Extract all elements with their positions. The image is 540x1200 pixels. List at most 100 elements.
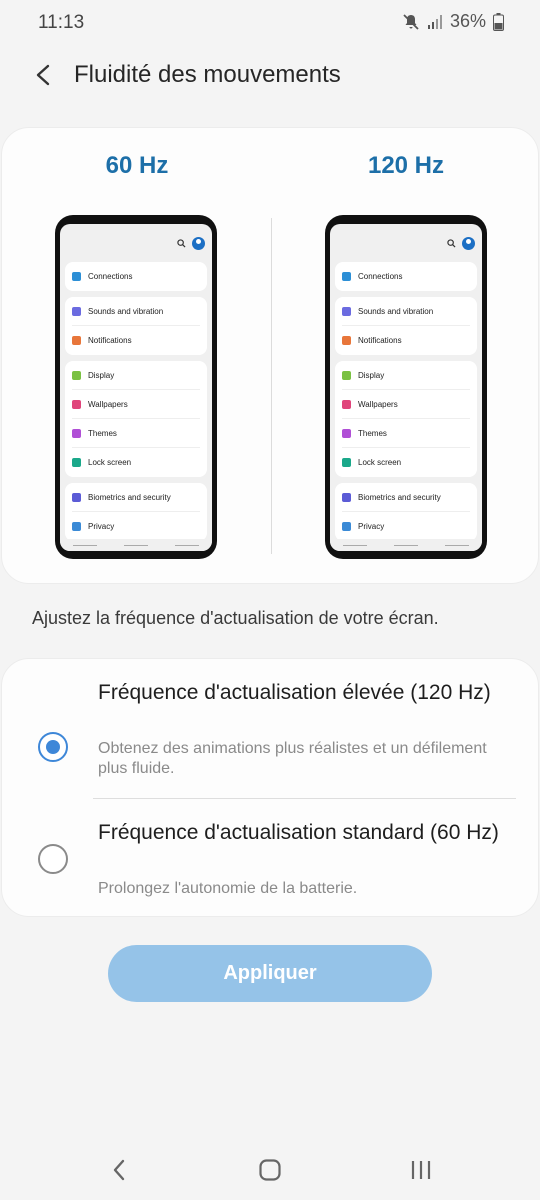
mute-icon [402,13,420,31]
settings-category-icon [342,272,351,281]
apply-button[interactable]: Appliquer [108,945,432,1002]
radio-button[interactable] [38,844,68,874]
settings-category-icon [72,336,81,345]
avatar-icon [192,237,205,250]
mini-settings-group: Biometrics and security Privacy [335,483,477,541]
page-title: Fluidité des mouvements [74,61,341,88]
nav-home-button[interactable] [250,1154,290,1186]
settings-category-icon [342,370,351,380]
mini-settings-label: Wallpapers [358,399,398,409]
mini-settings-label: Display [358,370,385,380]
mini-settings-group: Sounds and vibration Notifications [65,297,207,355]
refresh-rate-options: Fréquence d'actualisation élevée (120 Hz… [1,658,539,917]
settings-category-icon [342,336,351,345]
search-icon [447,239,456,248]
mini-settings-group: Connections [65,262,207,291]
description-text: Ajustez la fréquence d'actualisation de … [32,608,439,628]
refresh-rate-preview: 60 Hz 120 Hz Connections Sounds and vibra… [1,127,539,584]
mini-settings-item: Connections [72,262,200,291]
mini-toolbar [60,224,212,262]
back-button[interactable] [26,58,60,92]
mini-settings-group: Biometrics and security Privacy [65,483,207,541]
mini-settings-label: Lock screen [358,458,402,467]
mini-settings-label: Sounds and vibration [358,306,434,316]
mini-settings-item: Biometrics and security [342,483,470,512]
mini-settings-list: Connections Sounds and vibration Notificat… [60,262,212,541]
option-divider [93,798,516,799]
mini-settings-label: Sounds and vibration [88,306,164,316]
status-bar: 11:13 36% [0,0,540,46]
mini-settings-item: Notifications [342,326,470,355]
mini-navbar [330,539,482,551]
preview-label-120hz: 120 Hz [367,152,445,179]
settings-category-icon [342,458,351,467]
mini-settings-item: Themes [72,419,200,448]
mini-settings-list: Connections Sounds and vibration Notificat… [330,262,482,541]
option-title: Fréquence d'actualisation élevée (120 Hz… [98,681,491,704]
mini-settings-item: Connections [342,262,470,291]
mini-settings-item: Display [342,361,470,390]
settings-category-icon [342,522,351,531]
phone-preview-60hz: Connections Sounds and vibration Notificat… [55,215,217,559]
mini-settings-item: Biometrics and security [72,483,200,512]
phone-preview-120hz: Connections Sounds and vibration Notificat… [325,215,487,559]
settings-category-icon [342,306,351,316]
mini-settings-label: Lock screen [88,458,132,467]
option-subtitle: Prolongez l'autonomie de la batterie. [98,880,358,897]
mini-settings-item: Sounds and vibration [342,297,470,326]
mini-settings-label: Themes [358,428,387,438]
option-subtitle: Obtenez des animations plus réalistes et… [98,740,487,777]
chevron-left-icon [36,64,50,86]
mini-settings-group: Connections [335,262,477,291]
mini-settings-label: Connections [88,272,133,281]
settings-category-icon [342,492,351,502]
mini-settings-label: Biometrics and security [88,492,171,502]
mini-settings-item: Wallpapers [72,390,200,419]
option-high-refresh[interactable]: Fréquence d'actualisation élevée (120 Hz… [2,679,540,804]
system-nav-bar [0,1140,540,1200]
settings-category-icon [72,492,81,502]
settings-category-icon [72,399,81,409]
mini-settings-item: Themes [342,419,470,448]
option-title: Fréquence d'actualisation standard (60 H… [98,821,499,844]
mini-settings-item: Privacy [72,512,200,541]
mini-settings-label: Privacy [88,522,115,531]
radio-button-selected[interactable] [38,732,68,762]
home-icon [259,1159,281,1181]
option-standard-refresh[interactable]: Fréquence d'actualisation standard (60 H… [2,819,540,909]
settings-category-icon [72,458,81,467]
header: Fluidité des mouvements [0,52,540,98]
nav-recents-button[interactable] [401,1154,441,1186]
mini-settings-group: Display Wallpapers Themes Lock screen [65,361,207,477]
mini-settings-item: Lock screen [342,448,470,477]
mini-toolbar [330,224,482,262]
avatar-icon [462,237,475,250]
battery-percent: 36% [449,11,486,31]
mini-settings-item: Wallpapers [342,390,470,419]
nav-back-button[interactable] [99,1154,139,1186]
preview-divider [271,218,272,554]
back-icon [113,1159,125,1181]
settings-category-icon [72,522,81,531]
status-icons: 36% [402,11,504,32]
mini-settings-group: Display Wallpapers Themes Lock screen [335,361,477,477]
signal-icon [427,14,443,30]
mini-settings-item: Sounds and vibration [72,297,200,326]
mini-settings-label: Themes [88,428,117,438]
mini-settings-group: Sounds and vibration Notifications [335,297,477,355]
settings-category-icon [72,272,81,281]
phone-screen: Connections Sounds and vibration Notificat… [330,224,482,551]
mini-settings-label: Privacy [358,522,385,531]
mini-settings-item: Lock screen [72,448,200,477]
phone-screen: Connections Sounds and vibration Notificat… [60,224,212,551]
mini-settings-label: Biometrics and security [358,492,441,502]
mini-settings-label: Wallpapers [88,399,128,409]
mini-navbar [60,539,212,551]
mini-settings-label: Notifications [88,336,132,345]
status-time: 11:13 [38,12,85,33]
mini-settings-label: Connections [358,272,403,281]
preview-label-60hz: 60 Hz [105,152,169,179]
settings-category-icon [342,428,351,438]
settings-category-icon [342,399,351,409]
settings-category-icon [72,370,81,380]
